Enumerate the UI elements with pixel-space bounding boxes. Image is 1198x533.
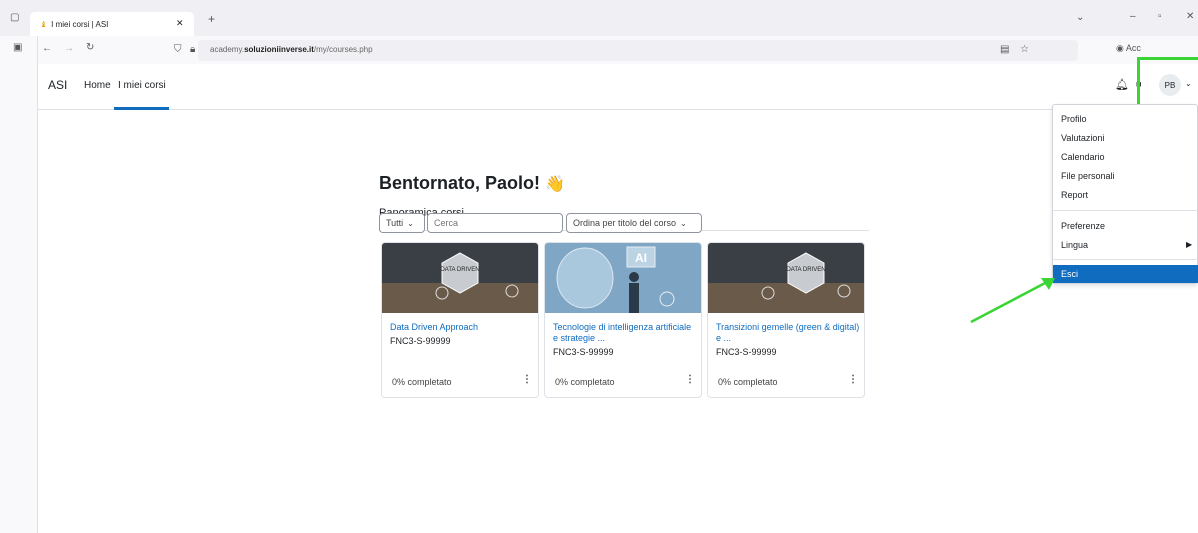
- menu-item-preferences[interactable]: Preferenze: [1053, 217, 1198, 235]
- menu-item-language[interactable]: Lingua ▶: [1053, 236, 1198, 254]
- course-progress: 0% completato: [392, 377, 452, 387]
- minimize-icon[interactable]: –: [1130, 11, 1136, 22]
- course-image: AI: [545, 243, 701, 313]
- nav-home[interactable]: Home: [84, 80, 111, 91]
- url-prefix: academy.: [210, 45, 245, 54]
- sort-label: Ordina per titolo del corso: [573, 218, 677, 228]
- nav-my-courses[interactable]: I miei corsi: [118, 80, 166, 91]
- tab-overview-icon[interactable]: ▢: [10, 12, 19, 23]
- caret-right-icon: ▶: [1186, 240, 1193, 249]
- menu-item-profile[interactable]: Profilo: [1053, 110, 1198, 128]
- course-progress: 0% completato: [718, 377, 778, 387]
- sort-dropdown[interactable]: Ordina per titolo del corso ⌄: [566, 213, 702, 233]
- menu-divider: [1053, 210, 1198, 211]
- menu-item-logout[interactable]: Esci: [1053, 265, 1198, 283]
- browser-tab-bar: ▢ ♝ I miei corsi | ASI ✕ + ⌄ – ▫ ✕: [0, 0, 1198, 36]
- reload-icon[interactable]: ↻: [86, 42, 94, 53]
- bookmark-star-icon[interactable]: ☆: [1020, 44, 1029, 55]
- course-code: FNC3-S-99999: [553, 347, 614, 357]
- course-card[interactable]: DATA DRIVEN Transizioni gemelle (green &…: [707, 242, 865, 398]
- site-brand[interactable]: ASI: [48, 78, 67, 92]
- menu-item-grades[interactable]: Valutazioni: [1053, 129, 1198, 147]
- browser-tab[interactable]: ♝ I miei corsi | ASI ✕: [30, 12, 194, 36]
- course-code: FNC3-S-99999: [390, 336, 451, 346]
- sidebar-toggle-icon[interactable]: ▣: [13, 42, 22, 53]
- menu-item-calendar[interactable]: Calendario: [1053, 148, 1198, 166]
- course-image: DATA DRIVEN: [708, 243, 864, 313]
- reader-view-icon[interactable]: ▤: [1000, 44, 1009, 55]
- url-domain: soluzioniinverse.it: [244, 45, 314, 54]
- course-card[interactable]: AI Tecnologie di intelligenza artificial…: [544, 242, 702, 398]
- tab-list-icon[interactable]: ⌄: [1076, 12, 1084, 23]
- account-button[interactable]: ◉ Acc: [1116, 43, 1141, 54]
- image-caption: AI: [635, 251, 647, 265]
- page-title: Bentornato, Paolo! 👋: [379, 173, 565, 194]
- close-window-icon[interactable]: ✕: [1186, 11, 1194, 22]
- course-progress: 0% completato: [555, 377, 615, 387]
- chevron-down-icon: ⌄: [680, 218, 687, 228]
- search-input[interactable]: [427, 213, 563, 233]
- forward-icon[interactable]: →: [64, 43, 74, 54]
- notifications-bell-icon[interactable]: 🔔︎: [1115, 78, 1129, 91]
- course-actions-icon[interactable]: ⋮: [522, 374, 532, 385]
- browser-sidebar: [0, 36, 38, 533]
- image-caption: DATA DRIVEN: [440, 267, 479, 273]
- url-bar[interactable]: ⛉ 🔒︎ academy.soluzioniinverse.it/my/cour…: [174, 40, 1078, 61]
- new-tab-icon[interactable]: +: [208, 12, 215, 26]
- course-card[interactable]: DATA DRIVEN Data Driven Approach FNC3-S-…: [381, 242, 539, 398]
- filter-dropdown[interactable]: Tutti ⌄: [379, 213, 425, 233]
- close-tab-icon[interactable]: ✕: [176, 18, 184, 29]
- welcome-text: Bentornato, Paolo!: [379, 173, 540, 193]
- site-navbar: ASI Home I miei corsi 🔔︎ ■ PB ⌄: [38, 64, 1198, 110]
- active-nav-indicator: [114, 107, 169, 110]
- user-menu-dropdown: Profilo Valutazioni Calendario File pers…: [1052, 104, 1198, 284]
- shield-icon[interactable]: ⛉: [174, 44, 182, 55]
- menu-divider: [1053, 259, 1198, 260]
- tab-title: I miei corsi | ASI: [51, 19, 109, 29]
- wave-icon: 👋: [545, 176, 565, 193]
- course-title[interactable]: Transizioni gemelle (green & digital) e …: [716, 322, 861, 344]
- account-label: Acc: [1125, 43, 1141, 53]
- browser-toolbar: ← → ↻ ⛉ 🔒︎ academy.soluzioniinverse.it/m…: [38, 36, 1198, 64]
- chevron-down-icon: ⌄: [407, 218, 414, 228]
- image-caption: DATA DRIVEN: [786, 267, 825, 273]
- restore-icon[interactable]: ▫: [1158, 11, 1162, 22]
- menu-item-private-files[interactable]: File personali: [1053, 167, 1198, 185]
- filter-label: Tutti: [386, 218, 404, 228]
- annotation-arrow-icon: [970, 278, 1055, 324]
- language-label: Lingua: [1061, 240, 1089, 250]
- course-actions-icon[interactable]: ⋮: [848, 374, 858, 385]
- url-text: academy.soluzioniinverse.it/my/courses.p…: [210, 45, 373, 54]
- course-actions-icon[interactable]: ⋮: [685, 374, 695, 385]
- menu-item-reports[interactable]: Report: [1053, 186, 1198, 204]
- url-path: /my/courses.php: [313, 45, 373, 54]
- back-icon[interactable]: ←: [42, 43, 52, 54]
- course-code: FNC3-S-99999: [716, 347, 777, 357]
- course-title[interactable]: Tecnologie di intelligenza artificiale e…: [553, 322, 698, 344]
- lock-icon[interactable]: 🔒︎: [190, 44, 195, 55]
- course-title[interactable]: Data Driven Approach: [390, 322, 535, 333]
- favicon-icon: ♝: [40, 19, 48, 29]
- course-image: DATA DRIVEN: [382, 243, 538, 313]
